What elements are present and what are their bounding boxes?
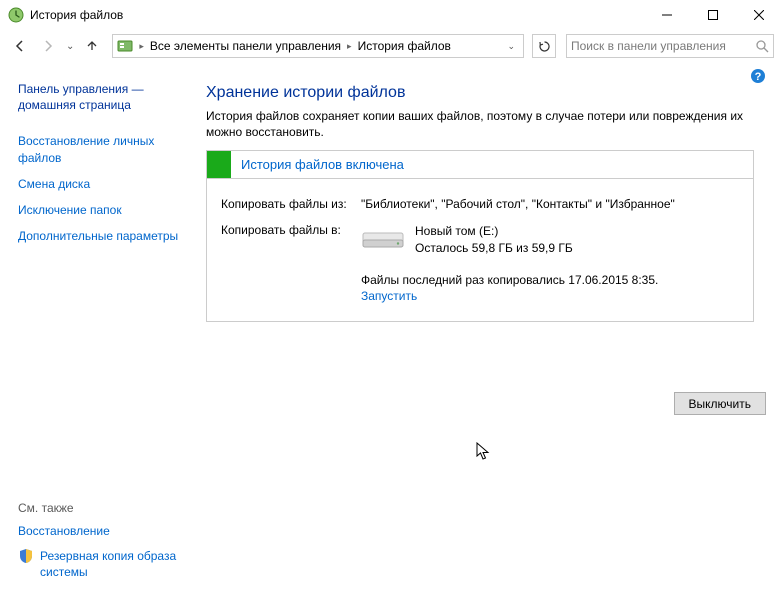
turn-off-button[interactable]: Выключить (674, 392, 766, 415)
run-now-link[interactable]: Запустить (361, 287, 417, 303)
maximize-button[interactable] (690, 0, 736, 30)
sidebar-advanced-link[interactable]: Дополнительные параметры (18, 223, 190, 249)
page-description: История файлов сохраняет копии ваших фай… (206, 108, 746, 150)
breadcrumb-item[interactable]: Все элементы панели управления (146, 39, 345, 53)
copy-from-value: "Библиотеки", "Рабочий стол", "Контакты"… (361, 197, 739, 211)
chevron-right-icon: ▸ (137, 41, 146, 52)
window-title: История файлов (30, 8, 123, 22)
copy-from-label: Копировать файлы из: (221, 197, 361, 211)
seealso-label: Резервная копия образа системы (40, 548, 190, 580)
up-button[interactable] (80, 34, 104, 58)
seealso-backup-image-link[interactable]: Резервная копия образа системы (18, 544, 190, 584)
breadcrumb-item[interactable]: История файлов (354, 39, 455, 53)
shield-icon (18, 548, 34, 564)
drive-space: Осталось 59,8 ГБ из 59,9 ГБ (415, 240, 573, 257)
close-button[interactable] (736, 0, 782, 30)
breadcrumb-dropdown-icon[interactable]: ⌄ (503, 41, 519, 52)
svg-text:?: ? (755, 71, 762, 83)
seealso-recovery-link[interactable]: Восстановление (18, 519, 190, 543)
breadcrumb[interactable]: ▸ Все элементы панели управления ▸ Истор… (112, 34, 524, 58)
status-panel: История файлов включена Копировать файлы… (206, 150, 754, 322)
status-stripe (207, 151, 231, 178)
refresh-button[interactable] (532, 34, 556, 58)
search-icon[interactable] (755, 39, 769, 53)
sidebar-home-link[interactable]: Панель управления — домашняя страница (18, 76, 190, 118)
search-box[interactable] (566, 34, 774, 58)
forward-button[interactable] (36, 34, 60, 58)
last-copy-text: Файлы последний раз копировались 17.06.2… (361, 257, 739, 287)
sidebar-exclude-link[interactable]: Исключение папок (18, 197, 190, 223)
search-input[interactable] (571, 39, 755, 53)
minimize-button[interactable] (644, 0, 690, 30)
sidebar-change-drive-link[interactable]: Смена диска (18, 171, 190, 197)
copy-to-label: Копировать файлы в: (221, 223, 361, 237)
page-heading: Хранение истории файлов (206, 72, 766, 108)
back-button[interactable] (8, 34, 32, 58)
app-icon (8, 7, 24, 23)
drive-name: Новый том (E:) (415, 223, 573, 240)
history-dropdown-icon[interactable]: ⌄ (64, 41, 76, 52)
control-panel-icon (117, 38, 133, 54)
seealso-label: Восстановление (18, 523, 110, 539)
chevron-right-icon: ▸ (345, 41, 354, 52)
status-title: История файлов включена (231, 157, 404, 172)
drive-icon (361, 225, 405, 253)
help-icon[interactable]: ? (750, 68, 766, 84)
see-also-header: См. также (18, 497, 190, 519)
sidebar-restore-link[interactable]: Восстановление личных файлов (18, 128, 190, 170)
